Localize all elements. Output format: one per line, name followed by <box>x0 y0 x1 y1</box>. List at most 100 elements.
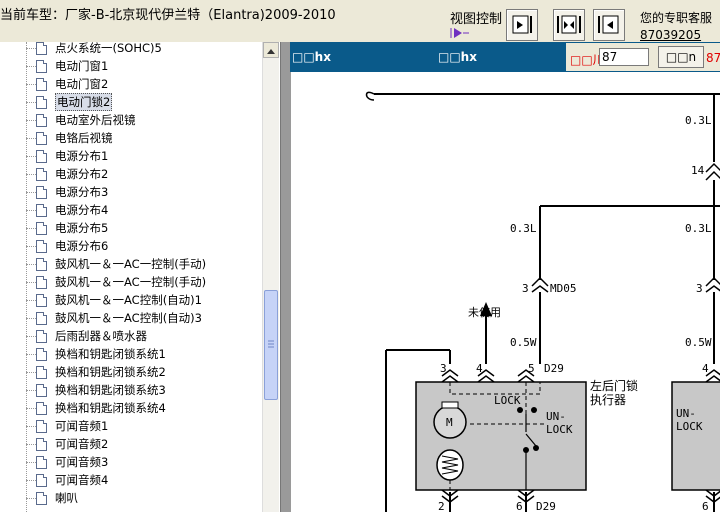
tree-connector-tick <box>26 264 36 265</box>
document-icon <box>36 113 47 127</box>
sidebar-tree-item[interactable]: 电源分布6 <box>36 237 108 255</box>
right-unlock-label-1: UN- <box>676 407 696 420</box>
tree-connector-tick <box>26 102 36 103</box>
sidebar-item-label: 点火系统一(SOHC)5 <box>55 42 162 55</box>
sidebar-tree-item[interactable]: 电源分布5 <box>36 219 108 237</box>
sidebar-item-label: 电动门锁2 <box>55 93 113 111</box>
connector-d29-top: D29 <box>544 362 564 375</box>
document-icon <box>36 95 47 109</box>
grip-icon <box>268 340 274 348</box>
tree-connector-tick <box>26 390 36 391</box>
previous-page-button[interactable] <box>593 9 625 41</box>
document-icon <box>36 347 47 361</box>
sidebar-tree-item[interactable]: 换档和钥匙闭锁系统4 <box>36 399 166 417</box>
sidebar-tree-item[interactable]: 可闻音频2 <box>36 435 108 453</box>
scrollbar-thumb[interactable] <box>264 290 278 400</box>
pin-14: 14 <box>691 164 705 177</box>
wire-label-left-mid: 0.3L <box>510 222 537 235</box>
sidebar-tree-item[interactable]: 可闻音频1 <box>36 417 108 435</box>
sidebar-tree-item[interactable]: 换档和钥匙闭锁系统1 <box>36 345 166 363</box>
sidebar-item-label: 可闻音频3 <box>55 455 109 469</box>
wire-label-right-mid: 0.3L <box>685 222 712 235</box>
sidebar-tree-item[interactable]: 可闻音频3 <box>36 453 108 471</box>
sidebar-tree-item[interactable]: 喇叭 <box>36 489 78 507</box>
sidebar-item-label: 鼓风机一＆一AC一控制(手动) <box>55 257 207 271</box>
tree-connector-tick <box>26 210 36 211</box>
tree-connector-tick <box>26 444 36 445</box>
sidebar-tree-item[interactable]: 点火系统一(SOHC)5 <box>36 42 162 57</box>
sidebar-item-label: 可闻音频1 <box>55 419 109 433</box>
sidebar-tree-item[interactable]: 电动门窗1 <box>36 57 108 75</box>
go-to-page-button[interactable]: □□n <box>658 46 704 68</box>
sidebar-tree-item[interactable]: 电动室外后视镜 <box>36 111 136 129</box>
fit-page-button[interactable] <box>506 9 538 41</box>
sidebar-item-label: 鼓风机一＆一AC一控制(手动) <box>55 275 207 289</box>
document-icon <box>36 455 47 469</box>
document-icon <box>36 401 47 415</box>
sidebar-tree-item[interactable]: 电动门窗2 <box>36 75 108 93</box>
sidebar-tree-item[interactable]: 可闻音频4 <box>36 471 108 489</box>
wiring-diagram: 0.3L 14 0.3L 0.3L 3 MD05 3 未使用 0.5W 0.5W… <box>365 91 720 512</box>
document-icon <box>36 239 47 253</box>
sidebar-tree-item[interactable]: 电动门锁2 <box>36 93 113 111</box>
tree-connector-tick <box>26 318 36 319</box>
document-icon <box>36 257 47 271</box>
chevron-up-icon <box>267 49 275 54</box>
tree-connector-tick <box>26 336 36 337</box>
document-icon <box>36 77 47 91</box>
sidebar-tree-item[interactable]: 鼓风机一＆一AC控制(自动)1 <box>36 291 202 309</box>
sidebar-tree-item[interactable]: 鼓风机一＆一AC一控制(手动) <box>36 255 206 273</box>
tree-connector-tick <box>26 84 36 85</box>
tree-connector-tick <box>26 300 36 301</box>
sidebar-tree-item[interactable]: 换档和钥匙闭锁系统3 <box>36 381 166 399</box>
sidebar-item-label: 电源分布6 <box>55 239 109 253</box>
sidebar-tree-item[interactable]: 电源分布3 <box>36 183 108 201</box>
document-icon <box>36 473 47 487</box>
tree-connector-tick <box>26 156 36 157</box>
tree-connector-tick <box>26 66 36 67</box>
fit-width-button[interactable] <box>553 9 585 41</box>
document-icon <box>36 437 47 451</box>
sidebar-tree-item[interactable]: 换档和钥匙闭锁系统2 <box>36 363 166 381</box>
sidebar-item-label: 电源分布1 <box>55 149 109 163</box>
lock-label: LOCK <box>494 394 521 407</box>
document-icon <box>36 311 47 325</box>
sidebar-scrollbar[interactable] <box>262 42 279 512</box>
connector-md05: MD05 <box>550 282 577 295</box>
sidebar-tree-item[interactable]: 鼓风机一＆一AC控制(自动)3 <box>36 309 202 327</box>
pin-5: 5 <box>528 362 535 375</box>
header-mid-label: □□hx <box>438 50 477 64</box>
sidebar-item-label: 鼓风机一＆一AC控制(自动)3 <box>55 311 202 325</box>
tree-connector-tick <box>26 372 36 373</box>
tree-connector-tick <box>26 282 36 283</box>
sidebar-item-label: 电动室外后视镜 <box>55 113 136 127</box>
scroll-up-arrow[interactable] <box>263 42 279 58</box>
connector-left-pin: 3 <box>522 282 529 295</box>
sidebar-tree-item[interactable]: 电源分布2 <box>36 165 108 183</box>
sidebar-item-label: 电动门窗2 <box>55 77 109 91</box>
page-navigation-tool: □□川 □□n 87 <box>566 43 720 71</box>
sidebar-item-label: 电源分布5 <box>55 221 109 235</box>
document-icon <box>36 149 47 163</box>
document-icon <box>36 491 47 505</box>
document-icon <box>36 329 47 343</box>
sidebar-item-label: 换档和钥匙闭锁系统2 <box>55 365 166 379</box>
pin-6: 6 <box>516 500 523 512</box>
page-total-label: 87 <box>706 51 720 65</box>
pin-4: 4 <box>476 362 483 375</box>
top-bar: 当前车型：厂家-B-北京现代伊兰特（Elantra)2009-2010 视图控制… <box>0 0 720 43</box>
sidebar-item-label: 电源分布4 <box>55 203 109 217</box>
sidebar-item-label: 换档和钥匙闭锁系统4 <box>55 401 166 415</box>
document-icon <box>36 131 47 145</box>
sidebar-tree-item[interactable]: 电源分布4 <box>36 201 108 219</box>
tree-connector-tick <box>26 408 36 409</box>
connector-d29-bottom: D29 <box>536 500 556 512</box>
document-icon <box>36 203 47 217</box>
document-tree-sidebar: 点火系统一(SOHC)5 电动门窗1 电动门窗2 电动门锁2 电动室外后视镜电铬后视镜电… <box>0 42 280 512</box>
sidebar-tree-item[interactable]: 鼓风机一＆一AC一控制(手动) <box>36 273 206 291</box>
sidebar-tree-item[interactable]: 电源分布1 <box>36 147 108 165</box>
sidebar-tree-item[interactable]: 电铬后视镜 <box>36 129 113 147</box>
unlock-label-2: LOCK <box>546 423 573 436</box>
page-number-input[interactable] <box>599 48 649 66</box>
sidebar-tree-item[interactable]: 后雨刮器＆喷水器 <box>36 327 147 345</box>
